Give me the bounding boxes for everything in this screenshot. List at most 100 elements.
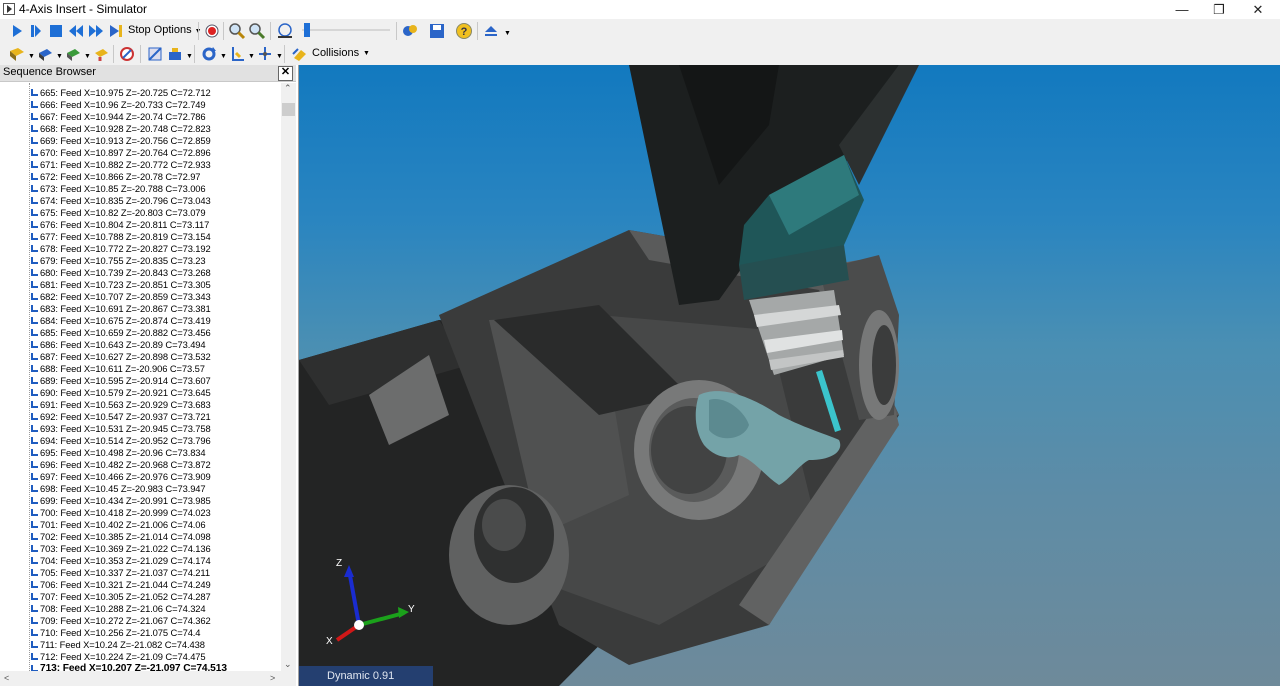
chevron-down-icon[interactable]: ▼	[220, 53, 227, 60]
sequence-row[interactable]: 707: Feed X=10.305 Z=-21.052 C=74.287	[31, 591, 211, 603]
fixture-icon[interactable]	[166, 45, 184, 63]
settings-icon[interactable]	[401, 22, 419, 40]
sequence-row[interactable]: 702: Feed X=10.385 Z=-21.014 C=74.098	[31, 531, 211, 543]
sequence-row[interactable]: 711: Feed X=10.24 Z=-21.082 C=74.438	[31, 639, 205, 651]
sequence-row[interactable]: 677: Feed X=10.788 Z=-20.819 C=73.154	[31, 231, 211, 243]
close-panel-button[interactable]: ✕	[278, 66, 293, 81]
chevron-down-icon[interactable]: ▼	[28, 53, 35, 60]
sequence-row[interactable]: 695: Feed X=10.498 Z=-20.96 C=73.834	[31, 447, 206, 459]
sequence-row[interactable]: 705: Feed X=10.337 Z=-21.037 C=74.211	[31, 567, 210, 579]
sequence-row[interactable]: 704: Feed X=10.353 Z=-21.029 C=74.174	[31, 555, 211, 567]
horizontal-scrollbar[interactable]: < >	[0, 671, 296, 686]
sequence-row[interactable]: 681: Feed X=10.723 Z=-20.851 C=73.305	[31, 279, 211, 291]
sequence-row-label: 704: Feed X=10.353 Z=-21.029 C=74.174	[40, 555, 211, 566]
sequence-row[interactable]: 687: Feed X=10.627 Z=-20.898 C=73.532	[31, 351, 211, 363]
sequence-row[interactable]: 684: Feed X=10.675 Z=-20.874 C=73.419	[31, 315, 211, 327]
sequence-row[interactable]: 671: Feed X=10.882 Z=-20.772 C=72.933	[31, 159, 211, 171]
rotate-icon[interactable]	[200, 45, 218, 63]
scrollbar-thumb[interactable]	[282, 103, 295, 116]
chevron-down-icon[interactable]: ▼	[248, 53, 255, 60]
sequence-row[interactable]: 668: Feed X=10.928 Z=-20.748 C=72.823	[31, 123, 211, 135]
sequence-row[interactable]: 667: Feed X=10.944 Z=-20.74 C=72.786	[31, 111, 206, 123]
sequence-row[interactable]: 698: Feed X=10.45 Z=-20.983 C=73.947	[31, 483, 206, 495]
sequence-row[interactable]: 703: Feed X=10.369 Z=-21.022 C=74.136	[31, 543, 211, 555]
sequence-row[interactable]: 688: Feed X=10.611 Z=-20.906 C=73.57	[31, 363, 205, 375]
sequence-row[interactable]: 680: Feed X=10.739 Z=-20.843 C=73.268	[31, 267, 211, 279]
scroll-right-icon[interactable]: >	[270, 673, 275, 683]
chevron-down-icon[interactable]: ▼	[186, 53, 193, 60]
scroll-down-icon[interactable]: ⌄	[284, 659, 292, 670]
view-workpiece-icon[interactable]	[8, 45, 26, 63]
sequence-tree[interactable]: 665: Feed X=10.975 Z=-20.725 C=72.712 666…	[0, 83, 280, 673]
jump-end-icon[interactable]	[107, 22, 125, 40]
minimize-button[interactable]: —	[1163, 0, 1201, 19]
sequence-row[interactable]: 669: Feed X=10.913 Z=-20.756 C=72.859	[31, 135, 211, 147]
sequence-row-label: 684: Feed X=10.675 Z=-20.874 C=73.419	[40, 315, 211, 326]
sequence-row[interactable]: 706: Feed X=10.321 Z=-21.044 C=74.249	[31, 579, 211, 591]
save-icon[interactable]	[428, 22, 446, 40]
sequence-row[interactable]: 701: Feed X=10.402 Z=-21.006 C=74.06	[31, 519, 206, 531]
axis-mirror-icon[interactable]	[256, 45, 274, 63]
chevron-down-icon[interactable]: ▼	[504, 30, 511, 37]
sequence-row[interactable]: 679: Feed X=10.755 Z=-20.835 C=73.23	[31, 255, 206, 267]
sequence-row[interactable]: 712: Feed X=10.224 Z=-21.09 C=74.475	[31, 651, 206, 663]
view-tool-icon[interactable]	[36, 45, 54, 63]
sequence-row[interactable]: 699: Feed X=10.434 Z=-20.991 C=73.985	[31, 495, 211, 507]
vertical-scrollbar[interactable]: ⌃ ⌄	[281, 83, 296, 673]
gauge-icon[interactable]	[118, 45, 136, 63]
fit-view-icon[interactable]	[276, 22, 294, 40]
zoom-out-icon[interactable]	[248, 22, 266, 40]
sequence-row[interactable]: 690: Feed X=10.579 Z=-20.921 C=73.645	[31, 387, 211, 399]
chevron-down-icon[interactable]: ▼	[56, 53, 63, 60]
simulation-viewport[interactable]: Z Y X Dynamic 0.91	[299, 65, 1280, 686]
help-icon[interactable]: ?	[455, 22, 473, 40]
sequence-row[interactable]: 682: Feed X=10.707 Z=-20.859 C=73.343	[31, 291, 211, 303]
sequence-row[interactable]: 683: Feed X=10.691 Z=-20.867 C=73.381	[31, 303, 211, 315]
toolpath-icon[interactable]	[146, 45, 164, 63]
sequence-row[interactable]: 670: Feed X=10.897 Z=-20.764 C=72.896	[31, 147, 211, 159]
sequence-row[interactable]: 675: Feed X=10.82 Z=-20.803 C=73.079	[31, 207, 206, 219]
sequence-row[interactable]: 686: Feed X=10.643 Z=-20.89 C=73.494	[31, 339, 206, 351]
sequence-browser-title: Sequence Browser	[3, 66, 96, 78]
sequence-row[interactable]: 692: Feed X=10.547 Z=-20.937 C=73.721	[31, 411, 211, 423]
chevron-down-icon[interactable]: ▼	[276, 53, 283, 60]
view-holder-icon[interactable]	[92, 45, 110, 63]
sequence-row[interactable]: 710: Feed X=10.256 Z=-21.075 C=74.4	[31, 627, 201, 639]
rewind-icon[interactable]	[67, 22, 85, 40]
slider-thumb[interactable]	[304, 23, 310, 37]
toolbar-separator	[140, 45, 141, 63]
sequence-row[interactable]: 676: Feed X=10.804 Z=-20.811 C=73.117	[31, 219, 209, 231]
sequence-row[interactable]: 689: Feed X=10.595 Z=-20.914 C=73.607	[31, 375, 211, 387]
sequence-row[interactable]: 708: Feed X=10.288 Z=-21.06 C=74.324	[31, 603, 206, 615]
sequence-row[interactable]: 693: Feed X=10.531 Z=-20.945 C=73.758	[31, 423, 211, 435]
record-icon[interactable]	[203, 22, 221, 40]
sequence-row[interactable]: 709: Feed X=10.272 Z=-21.067 C=74.362	[31, 615, 211, 627]
sequence-row[interactable]: 665: Feed X=10.975 Z=-20.725 C=72.712	[31, 87, 211, 99]
axis-icon[interactable]	[228, 45, 246, 63]
sequence-row[interactable]: 673: Feed X=10.85 Z=-20.788 C=73.006	[31, 183, 206, 195]
sequence-row[interactable]: 694: Feed X=10.514 Z=-20.952 C=73.796	[31, 435, 211, 447]
sequence-row[interactable]: 696: Feed X=10.482 Z=-20.968 C=73.872	[31, 459, 211, 471]
sequence-row[interactable]: 700: Feed X=10.418 Z=-20.999 C=74.023	[31, 507, 211, 519]
speed-slider[interactable]	[302, 23, 390, 37]
stop-options-dropdown[interactable]: Stop Options ▼	[128, 24, 202, 36]
view-machine-icon[interactable]	[64, 45, 82, 63]
fast-forward-icon[interactable]	[87, 22, 105, 40]
restore-button[interactable]: ❐	[1200, 0, 1238, 19]
sequence-row[interactable]: 674: Feed X=10.835 Z=-20.796 C=73.043	[31, 195, 211, 207]
chevron-down-icon[interactable]: ▼	[84, 53, 91, 60]
scroll-up-icon[interactable]: ⌃	[284, 83, 292, 94]
close-button[interactable]: ✕	[1239, 0, 1277, 19]
sequence-row[interactable]: 678: Feed X=10.772 Z=-20.827 C=73.192	[31, 243, 211, 255]
play-icon[interactable]	[8, 22, 26, 40]
sequence-row[interactable]: 697: Feed X=10.466 Z=-20.976 C=73.909	[31, 471, 211, 483]
sequence-row[interactable]: 672: Feed X=10.866 Z=-20.78 C=72.97	[31, 171, 201, 183]
zoom-in-icon[interactable]	[228, 22, 246, 40]
stop-icon[interactable]	[47, 22, 65, 40]
scroll-left-icon[interactable]: <	[4, 673, 9, 683]
sequence-row[interactable]: 691: Feed X=10.563 Z=-20.929 C=73.683	[31, 399, 211, 411]
eject-icon[interactable]	[482, 22, 500, 40]
sequence-row[interactable]: 666: Feed X=10.96 Z=-20.733 C=72.749	[31, 99, 206, 111]
step-icon[interactable]	[27, 22, 45, 40]
sequence-row[interactable]: 685: Feed X=10.659 Z=-20.882 C=73.456	[31, 327, 211, 339]
